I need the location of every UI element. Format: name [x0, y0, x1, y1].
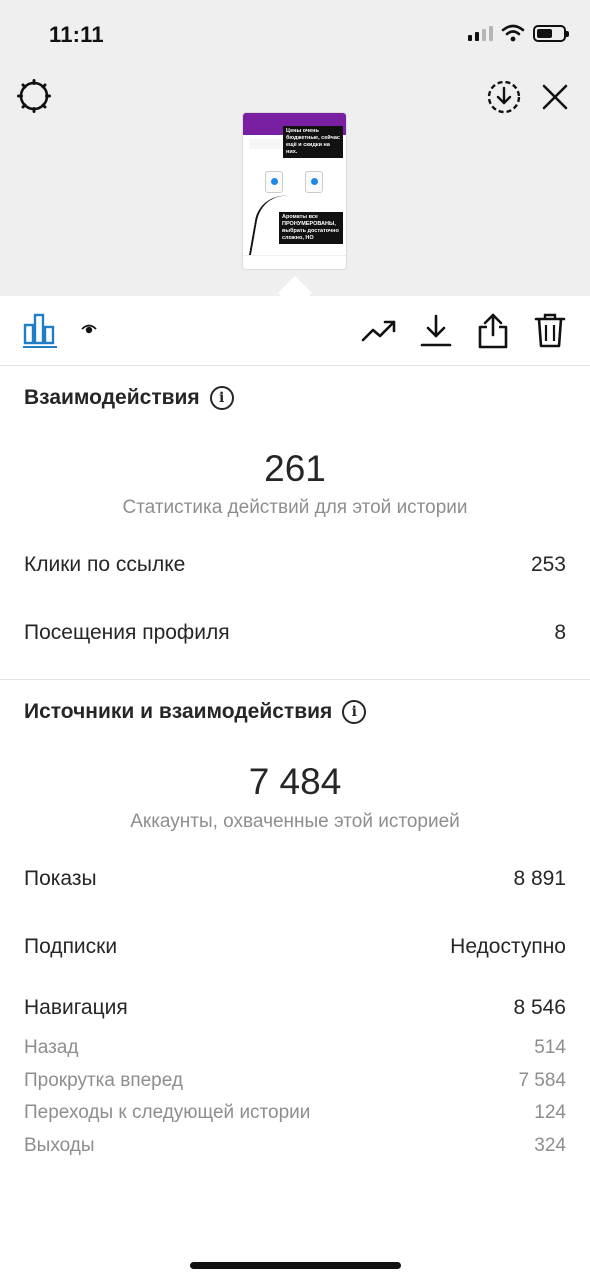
story-note-bottom: Ароматы все ПРОНУМЕРОВАНЫ, выбрать доста… [279, 212, 343, 244]
section-divider [0, 679, 590, 680]
stat-row-follows: Подписки Недоступно [24, 935, 566, 959]
stat-row-impressions: Показы 8 891 [24, 867, 566, 891]
delete-trash-icon[interactable] [532, 312, 568, 350]
stat-label: Посещения профиля [24, 621, 230, 644]
viewers-eye-icon[interactable] [78, 321, 100, 337]
stat-value: Недоступно [450, 935, 566, 958]
stat-subrow-back: Назад 514 [24, 1037, 566, 1059]
stat-subrow-forward: Прокрутка вперед 7 584 [24, 1070, 566, 1092]
discovery-title: Источники и взаимодействия i [24, 700, 367, 724]
status-time: 11:11 [49, 22, 104, 47]
interactions-title: Взаимодействия i [24, 386, 234, 410]
stat-label: Навигация [24, 996, 128, 1019]
story-header: 11:11 Цены очень бюджетные, сейчас ещё и… [0, 0, 590, 296]
stat-value: 253 [530, 553, 566, 576]
stat-value: 324 [534, 1135, 566, 1156]
active-tab-indicator [23, 346, 57, 348]
insights-toolbar [0, 296, 590, 366]
discovery-caption: Аккаунты, охваченные этой историей [130, 811, 460, 832]
info-icon[interactable]: i [209, 386, 234, 410]
stat-value: 514 [534, 1037, 566, 1058]
stat-label: Назад [24, 1037, 79, 1058]
interactions-caption: Статистика действий для этой истории [122, 497, 468, 518]
stat-label: Подписки [24, 935, 118, 958]
stat-subrow-exits: Выходы 324 [24, 1135, 566, 1157]
discovery-title-text: Источники и взаимодействия [24, 700, 333, 723]
interactions-title-text: Взаимодействия [24, 386, 200, 409]
stat-value: 8 546 [513, 996, 566, 1019]
settings-gear-icon[interactable] [14, 76, 54, 116]
info-icon[interactable]: i [342, 700, 367, 724]
stat-value: 8 [554, 621, 566, 644]
wifi-icon [501, 24, 525, 42]
download-icon[interactable] [418, 312, 454, 350]
share-icon[interactable] [475, 312, 511, 350]
stat-row-profile-visits: Посещения профиля 8 [24, 621, 566, 645]
stat-value: 124 [534, 1102, 566, 1123]
promote-trend-icon[interactable] [360, 314, 398, 348]
stat-row-navigation: Навигация 8 546 [24, 996, 566, 1020]
stat-label: Переходы к следующей истории [24, 1102, 311, 1123]
battery-icon [533, 24, 569, 42]
interactions-total: 261 [264, 448, 326, 489]
stat-row-link-clicks: Клики по ссылке 253 [24, 553, 566, 577]
stat-subrow-next-story: Переходы к следующей истории 124 [24, 1102, 566, 1124]
stat-label: Прокрутка вперед [24, 1070, 183, 1091]
close-icon[interactable] [538, 80, 572, 114]
stat-label: Показы [24, 867, 97, 890]
save-download-icon[interactable] [484, 77, 524, 117]
home-indicator[interactable] [190, 1262, 401, 1269]
discovery-total: 7 484 [248, 761, 342, 802]
story-note-top: Цены очень бюджетные, сейчас ещё и скидк… [283, 126, 343, 158]
story-thumbnail[interactable]: Цены очень бюджетные, сейчас ещё и скидк… [243, 113, 346, 269]
insights-bar-chart-icon[interactable] [22, 310, 58, 346]
stat-value: 7 584 [518, 1070, 566, 1091]
stat-label: Клики по ссылке [24, 553, 186, 576]
cellular-signal-icon [468, 25, 493, 41]
status-icons [468, 24, 569, 42]
stat-value: 8 891 [513, 867, 566, 890]
stat-label: Выходы [24, 1135, 95, 1156]
